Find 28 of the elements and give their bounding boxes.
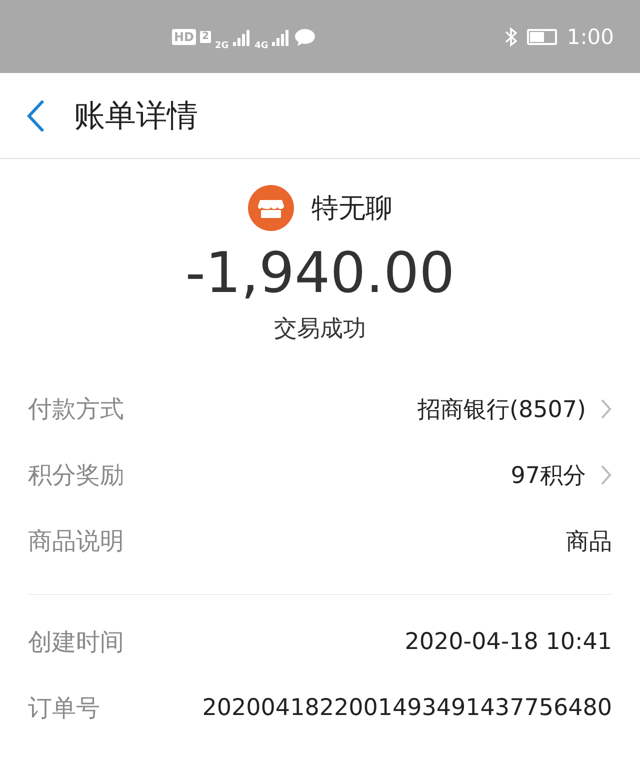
detail-label: 积分奖励 xyxy=(28,460,124,491)
chevron-icon[interactable] xyxy=(600,398,612,420)
sim-indicator: 2 xyxy=(200,30,211,42)
detail-label: 付款方式 xyxy=(28,394,124,425)
network-label: 4G xyxy=(254,40,268,50)
bluetooth-icon xyxy=(504,26,517,46)
chat-bubble-icon xyxy=(294,26,316,46)
detail-label: 商品说明 xyxy=(28,526,124,557)
signal-icon xyxy=(232,28,251,46)
battery-icon xyxy=(526,28,557,44)
back-icon[interactable] xyxy=(26,98,46,132)
detail-value[interactable]: 招商银行(8507) xyxy=(418,394,586,424)
merchant-name: 特无聊 xyxy=(312,192,392,226)
chevron-icon[interactable] xyxy=(600,464,612,486)
signal-icon xyxy=(272,28,290,46)
transaction-status: 交易成功 xyxy=(274,315,366,344)
shop-icon xyxy=(248,185,294,231)
detail-value: 2020-04-18 10:41 xyxy=(404,629,612,655)
hd-indicator: HD xyxy=(172,28,196,44)
detail-value: 商品 xyxy=(566,528,612,556)
network-label: 2G xyxy=(214,40,229,50)
detail-label: 创建时间 xyxy=(28,627,124,658)
page-title: 账单详情 xyxy=(74,96,198,136)
detail-value: 2020041822001493491437756480 xyxy=(202,695,612,721)
clock: 1:00 xyxy=(566,24,614,48)
amount: -1,940.00 xyxy=(185,240,455,308)
detail-label: 订单号 xyxy=(28,693,100,724)
detail-value[interactable]: 97积分 xyxy=(510,460,586,490)
